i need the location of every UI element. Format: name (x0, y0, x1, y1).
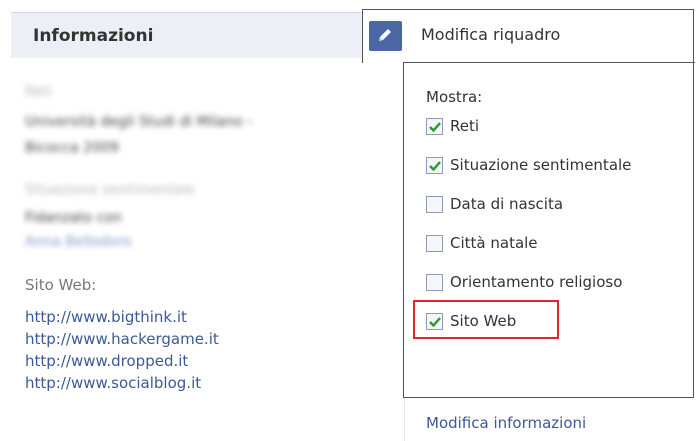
show-label: Mostra: (426, 88, 483, 106)
blurred-networks-value-1: Università degli Studi di Milano - (25, 114, 253, 130)
blurred-networks-value-2: Bicocca 2009 (25, 140, 119, 156)
edit-box-menu: Mostra: Reti Situazione sentimentale Dat… (403, 62, 695, 432)
edit-pencil-button[interactable] (369, 21, 402, 51)
option-label: Situazione sentimentale (450, 156, 632, 174)
option-label: Data di nascita (450, 195, 564, 213)
option-website[interactable]: Sito Web (426, 309, 516, 333)
blurred-relationship-label: Situazione sentimentale (25, 182, 195, 198)
blurred-relationship-link[interactable]: Anna Bellodoro (25, 232, 131, 252)
option-label: Reti (450, 117, 480, 135)
option-label: Orientamento religioso (450, 273, 623, 291)
blurred-relationship-value: Fidanzato con (25, 210, 122, 226)
edit-box-header[interactable]: Modifica riquadro (362, 9, 694, 63)
website-links: http://www.bigthink.it http://www.hacker… (25, 306, 219, 394)
website-link[interactable]: http://www.hackergame.it (25, 328, 219, 350)
info-header: Informazioni (11, 12, 401, 58)
checkmark-icon (429, 316, 441, 327)
checkmark-icon (429, 160, 441, 171)
website-link[interactable]: http://www.bigthink.it (25, 306, 219, 328)
checkbox-unchecked[interactable] (426, 234, 443, 252)
option-relationship[interactable]: Situazione sentimentale (426, 153, 631, 177)
option-label: Sito Web (450, 312, 517, 330)
website-link[interactable]: http://www.socialblog.it (25, 372, 219, 394)
checkbox-checked[interactable] (426, 117, 443, 135)
edit-info-link[interactable]: Modifica informazioni (426, 414, 586, 432)
edit-box-label: Modifica riquadro (421, 25, 561, 44)
checkbox-unchecked[interactable] (426, 195, 443, 213)
option-birthdate[interactable]: Data di nascita (426, 192, 563, 216)
menu-top-border (404, 62, 695, 63)
info-title: Informazioni (33, 26, 154, 46)
checkmark-icon (429, 121, 441, 132)
checkbox-checked[interactable] (426, 312, 443, 330)
website-label: Sito Web: (25, 276, 97, 294)
option-label: Città natale (450, 234, 538, 252)
edit-box-dropdown: Modifica riquadro Mostra: Reti Situazion… (362, 9, 695, 432)
checkbox-checked[interactable] (426, 156, 443, 174)
option-hometown[interactable]: Città natale (426, 231, 538, 255)
website-link[interactable]: http://www.dropped.it (25, 350, 219, 372)
checkbox-unchecked[interactable] (426, 273, 443, 291)
option-reti[interactable]: Reti (426, 114, 479, 138)
option-religion[interactable]: Orientamento religioso (426, 270, 622, 294)
blurred-networks-label: Reti (25, 84, 53, 100)
